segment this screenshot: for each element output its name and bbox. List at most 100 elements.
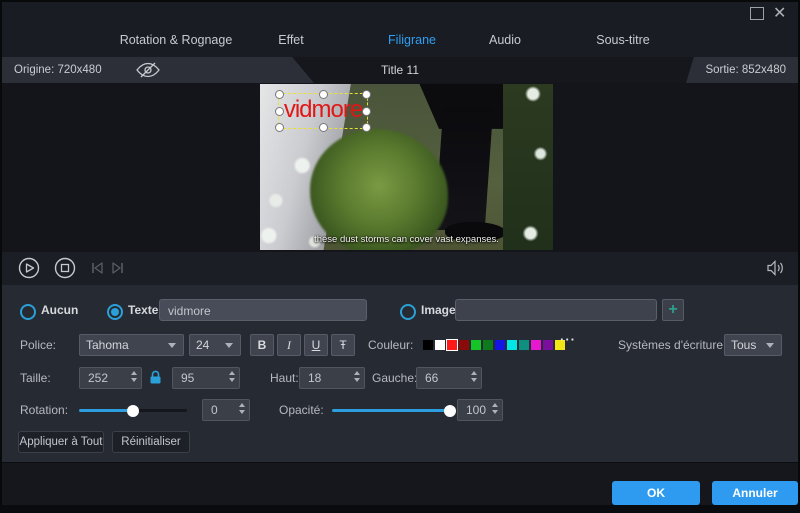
opacity-stepper[interactable]: 100 [457, 399, 503, 421]
clip-title: Title 11 [2, 57, 798, 83]
stepper-arrows[interactable] [492, 403, 498, 414]
footer-bar: OK Annuler [2, 462, 798, 506]
opacity-thumb[interactable] [444, 405, 456, 417]
stepper-arrows[interactable] [131, 371, 137, 382]
bold-button[interactable]: B [250, 334, 274, 356]
color-swatch[interactable] [435, 340, 445, 350]
output-size-label: Sortie: 852x480 [705, 64, 786, 76]
radio-texte-label[interactable]: Texte [128, 299, 158, 321]
preview-header: Origine: 720x480 Title 11 Sortie: 852x48… [2, 57, 798, 83]
resize-handle[interactable] [362, 123, 371, 132]
resize-handle[interactable] [362, 90, 371, 99]
video-content-foliage [503, 84, 553, 250]
height-stepper[interactable]: 95 [172, 367, 240, 389]
stepper-arrows[interactable] [239, 403, 245, 414]
stepper-arrows[interactable] [229, 371, 235, 382]
gauche-label: Gauche: [372, 367, 417, 389]
color-swatch[interactable] [459, 340, 469, 350]
color-swatch[interactable] [519, 340, 529, 350]
chevron-down-icon [168, 343, 176, 348]
stop-button[interactable] [54, 257, 76, 284]
color-swatch[interactable] [507, 340, 517, 350]
radio-texte[interactable] [107, 304, 123, 320]
font-family-value: Tahoma [86, 338, 129, 352]
strikethrough-button[interactable]: Ŧ [331, 334, 355, 356]
color-swatch[interactable] [543, 340, 553, 350]
stepper-arrows[interactable] [471, 371, 477, 382]
script-system-select[interactable]: Tous [724, 334, 782, 356]
italic-button[interactable]: I [277, 334, 301, 356]
reset-button[interactable]: Réinitialiser [112, 431, 190, 453]
more-colors-button[interactable]: ··· [560, 332, 576, 347]
stepper-arrows[interactable] [354, 371, 360, 382]
watermark-box[interactable]: vidmore [278, 93, 368, 129]
window-bottom-edge [0, 505, 800, 513]
width-stepper[interactable]: 252 [79, 367, 142, 389]
haut-label: Haut: [270, 367, 299, 389]
tab-audio[interactable]: Audio [480, 26, 530, 57]
chevron-down-icon [766, 343, 774, 348]
volume-icon[interactable] [767, 260, 786, 281]
rotation-fill [79, 409, 133, 412]
tab-rotation-rognage[interactable]: Rotation & Rognage [112, 26, 240, 57]
watermark-controls-panel: Aucun Texte vidmore Image + Police: Taho… [2, 285, 798, 462]
resize-handle[interactable] [362, 107, 371, 116]
left-value: 66 [425, 371, 438, 385]
opacity-slider[interactable] [332, 409, 450, 412]
height-value: 95 [181, 371, 194, 385]
underline-button[interactable]: U [304, 334, 328, 356]
resize-handle[interactable] [275, 123, 284, 132]
radio-aucun-label[interactable]: Aucun [41, 299, 78, 321]
width-value: 252 [88, 371, 108, 385]
watermark-text[interactable]: vidmore [279, 96, 367, 124]
color-swatch[interactable] [447, 340, 457, 350]
font-size-select[interactable]: 24 [189, 334, 241, 356]
radio-image[interactable] [400, 304, 416, 320]
title-bar: ✕ Rotation & Rognage Effet Filigrane Aud… [2, 2, 798, 59]
resize-handle[interactable] [319, 90, 328, 99]
radio-aucun[interactable] [20, 304, 36, 320]
cancel-button[interactable]: Annuler [712, 481, 798, 505]
close-icon[interactable]: ✕ [773, 3, 786, 23]
script-system-value: Tous [731, 338, 756, 352]
lock-ratio-icon[interactable] [149, 370, 162, 390]
rotation-slider[interactable] [79, 409, 187, 412]
font-family-select[interactable]: Tahoma [79, 334, 184, 356]
taille-label: Taille: [20, 367, 51, 389]
apply-all-button[interactable]: Appliquer à Tout [18, 431, 104, 453]
resize-handle[interactable] [275, 107, 284, 116]
rotation-stepper[interactable]: 0 [202, 399, 250, 421]
color-swatch[interactable] [483, 340, 493, 350]
video-content-bush [310, 129, 448, 250]
prev-frame-button[interactable] [89, 260, 105, 281]
top-value: 18 [308, 371, 321, 385]
add-image-button[interactable]: + [662, 299, 684, 321]
next-frame-button[interactable] [110, 260, 126, 281]
chevron-down-icon [225, 343, 233, 348]
tab-effet[interactable]: Effet [264, 26, 318, 57]
resize-handle[interactable] [319, 123, 328, 132]
video-frame: these dust storms can cover vast expanse… [260, 84, 553, 250]
play-button[interactable] [18, 257, 40, 284]
rotation-label: Rotation: [20, 399, 68, 421]
opacity-fill [332, 409, 450, 412]
tab-sous-titre[interactable]: Sous-titre [590, 26, 656, 57]
resize-handle[interactable] [275, 90, 284, 99]
top-stepper[interactable]: 18 [299, 367, 365, 389]
watermark-text-input[interactable]: vidmore [159, 299, 367, 321]
color-swatch[interactable] [471, 340, 481, 350]
image-path-input[interactable] [455, 299, 657, 321]
police-label: Police: [20, 334, 56, 356]
maximize-icon[interactable] [750, 7, 764, 20]
rotation-value: 0 [211, 403, 218, 417]
ok-button[interactable]: OK [612, 481, 700, 505]
rotation-thumb[interactable] [127, 405, 139, 417]
color-swatch[interactable] [495, 340, 505, 350]
output-panel: Sortie: 852x480 [686, 57, 798, 83]
color-swatch[interactable] [531, 340, 541, 350]
radio-image-label[interactable]: Image [421, 299, 456, 321]
opacity-value: 100 [466, 403, 486, 417]
left-stepper[interactable]: 66 [416, 367, 482, 389]
color-swatch[interactable] [423, 340, 433, 350]
tab-filigrane[interactable]: Filigrane [381, 26, 443, 59]
